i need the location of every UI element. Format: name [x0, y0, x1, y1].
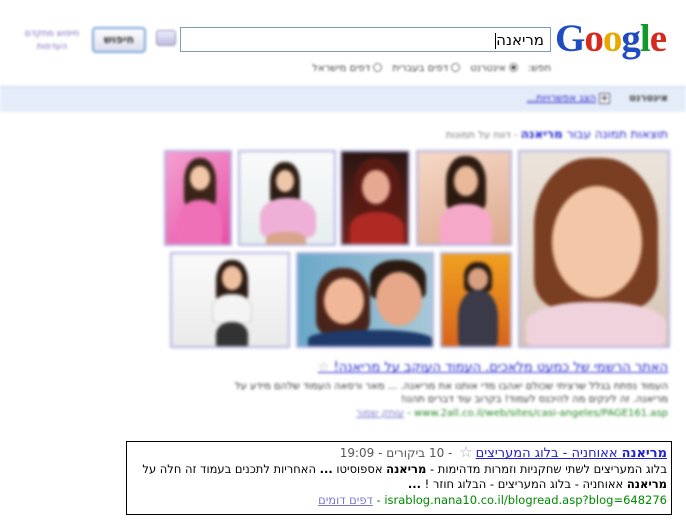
- snippet-bold: מריאנה: [626, 477, 667, 491]
- search-button[interactable]: חיפוש: [92, 27, 146, 53]
- result-snippet: העמוד נפתח בגלל שרציתי שכולם יאהבו מדי א…: [128, 380, 668, 406]
- scope-label: אינטרנט: [629, 93, 668, 104]
- image-thumbnail[interactable]: [238, 150, 336, 246]
- advanced-search-link[interactable]: חיפוש מתקדם: [22, 28, 82, 41]
- logo-letter: g: [621, 17, 640, 60]
- result-snippet-line: העמוד נפתח בגלל שרציתי שכולם יאהבו מדי א…: [235, 381, 668, 392]
- radio-label: חפש:: [527, 62, 551, 74]
- search-result: האתר הרשמי של כמעט מלאכים. העמוד העוקב ע…: [128, 360, 668, 419]
- google-logo[interactable]: Google: [555, 16, 667, 61]
- snippet-text: אספוסיטו: [332, 462, 387, 476]
- result-url: www.2all.co.il/web/sites/casi-angeles/PA…: [413, 408, 668, 419]
- snippet-ellipsis: ...: [319, 462, 333, 476]
- snippet-text: בלוג המעריצים לשתי שחקניות וזמרות מדהימו…: [426, 462, 667, 476]
- result-snippet-line: בלוג המעריצים לשתי שחקניות וזמרות מדהימו…: [131, 462, 667, 477]
- result-title-rest: אאוחניה - בלוג המעריצים: [475, 446, 622, 461]
- snippet-bold: מריאנה: [386, 462, 427, 476]
- result-snippet-line: מריאנה אאוחניה - בלוג המעריצים - הבלוג ח…: [131, 477, 667, 492]
- snippet-text: אאוחניה - בלוג המעריצים - הבלוג חוזר !: [420, 477, 627, 491]
- search-query-text: מריאנה: [496, 31, 544, 49]
- result-snippet-line: מריאנה. זה לינקים מה להיכנס לעמוד! בקרוב…: [400, 394, 668, 405]
- preferences-link[interactable]: העדפות: [22, 41, 82, 54]
- logo-letter: o: [602, 17, 622, 60]
- radio-empty-icon: [373, 63, 383, 72]
- result-title-line: מריאנה אאוחניה - בלוג המעריצים☆ - 10 ביק…: [131, 444, 667, 462]
- cached-link[interactable]: עותק שמור: [356, 408, 404, 419]
- radio-selected-icon: [508, 63, 518, 72]
- plus-icon: +: [599, 93, 610, 104]
- snippet-ellipsis: ...: [407, 477, 421, 491]
- keyboard-icon[interactable]: [156, 30, 176, 46]
- results-topbar: אינטרנט +הצג אפשרויות...: [0, 86, 686, 112]
- star-icon[interactable]: ☆: [459, 444, 472, 461]
- radio-empty-icon: [451, 63, 461, 72]
- image-thumbnail[interactable]: [416, 150, 512, 246]
- logo-letter: e: [649, 17, 667, 60]
- image-thumbnail[interactable]: [340, 150, 410, 246]
- radio-israel-label: דפים מישראל: [312, 62, 371, 74]
- image-thumbnail[interactable]: [170, 252, 290, 348]
- radio-hebrew-label: דפים בעברית: [392, 62, 449, 74]
- radio-israel[interactable]: דפים מישראל: [312, 62, 383, 74]
- image-title-prefix: תוצאות תמונה עבור: [562, 127, 668, 141]
- result-meta: - 10 ביקורים - 19:09: [339, 446, 457, 460]
- image-thumbnail-large[interactable]: [518, 150, 670, 348]
- result-url: israblog.nana10.co.il/blogread.asp?blog=…: [384, 493, 667, 507]
- snippet-text: האחריות לתכנים בעמוד זה חלה על: [142, 462, 320, 476]
- search-result-highlighted: מריאנה אאוחניה - בלוג המעריצים☆ - 10 ביק…: [126, 441, 672, 515]
- url-separator: -: [372, 493, 385, 507]
- image-thumbnail[interactable]: [164, 150, 232, 246]
- search-input[interactable]: מריאנה: [180, 27, 551, 52]
- result-url-line: israblog.nana10.co.il/blogread.asp?blog=…: [131, 492, 667, 509]
- show-options-link[interactable]: +הצג אפשרויות...: [527, 93, 610, 104]
- report-images-link[interactable]: - דווח על תמונות: [446, 130, 521, 141]
- image-title-query: מריאנה: [520, 127, 563, 141]
- logo-letter: o: [584, 17, 603, 60]
- radio-hebrew[interactable]: דפים בעברית: [392, 62, 461, 74]
- result-title-link[interactable]: מריאנה אאוחניה - בלוג המעריצים: [476, 446, 667, 461]
- star-icon[interactable]: ☆: [318, 360, 330, 375]
- similar-pages-link[interactable]: דפים דומים: [318, 493, 373, 507]
- image-results-title[interactable]: תוצאות תמונה עבור מריאנה - דווח על תמונו…: [446, 127, 668, 141]
- result-url-line: www.2all.co.il/web/sites/casi-angeles/PA…: [355, 408, 668, 419]
- result-title-text: האתר הרשמי של כמעט מלאכים. העמוד העוקב ע…: [333, 360, 668, 375]
- advanced-links: חיפוש מתקדם העדפות: [22, 28, 82, 54]
- radio-web[interactable]: אינטרנט: [470, 63, 518, 74]
- search-scope-radios: חפש: אינטרנט דפים בעברית דפים מישראל: [255, 60, 551, 76]
- result-title-link[interactable]: האתר הרשמי של כמעט מלאכים. העמוד העוקב ע…: [128, 360, 668, 375]
- logo-letter: G: [555, 17, 585, 60]
- image-thumbnail[interactable]: [440, 252, 512, 348]
- show-options-label: הצג אפשרויות...: [526, 93, 596, 104]
- result-title-bold: מריאנה: [621, 446, 667, 461]
- radio-web-label: אינטרנט: [470, 62, 506, 74]
- search-header: Google מריאנה חיפוש חיפוש מתקדם העדפות ח…: [0, 0, 686, 86]
- image-thumbnail[interactable]: [296, 252, 434, 348]
- logo-letter: l: [639, 17, 651, 60]
